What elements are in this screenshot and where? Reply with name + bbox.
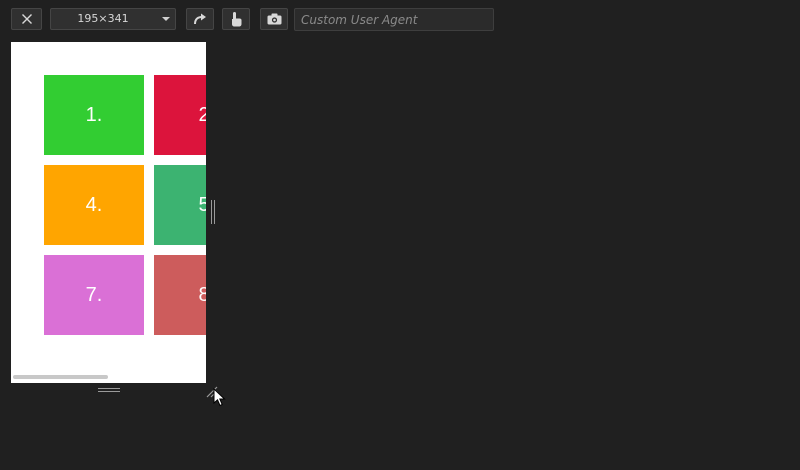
horizontal-scrollbar-thumb[interactable] [13, 375, 108, 379]
resize-handle-bottom[interactable] [98, 388, 120, 394]
close-button[interactable] [11, 8, 42, 30]
tile-5: 5 [154, 165, 206, 245]
tile-7: 7. [44, 255, 144, 335]
camera-icon [267, 13, 282, 25]
tile-2: 2 [154, 75, 206, 155]
close-icon [21, 13, 33, 25]
touch-icon [229, 11, 243, 27]
tile-8: 8 [154, 255, 206, 335]
resize-handle-right[interactable] [211, 200, 216, 224]
responsive-toolbar: 195×341 [0, 0, 800, 40]
device-size-value: 195×341 [77, 12, 129, 25]
rotate-button[interactable] [186, 8, 214, 30]
responsive-viewport[interactable]: 1. 2 4. 5 7. 8 [11, 42, 206, 383]
device-size-select[interactable]: 195×341 [50, 8, 176, 30]
touch-simulation-button[interactable] [222, 8, 250, 30]
mouse-cursor-icon [213, 387, 227, 408]
rotate-icon [193, 13, 207, 26]
user-agent-input[interactable] [294, 8, 494, 31]
screenshot-button[interactable] [260, 8, 288, 30]
chevron-down-icon [162, 17, 170, 21]
tile-4: 4. [44, 165, 144, 245]
tile-1: 1. [44, 75, 144, 155]
